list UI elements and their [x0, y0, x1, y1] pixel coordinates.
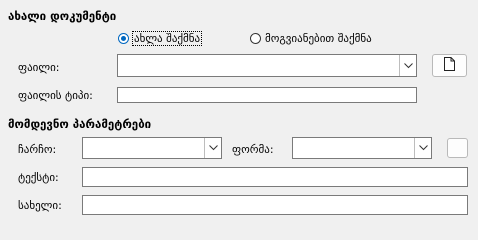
file-combobox-value — [118, 55, 399, 76]
frame-label: ჩარჩო: — [18, 143, 57, 156]
text-label: ტექსტი: — [18, 171, 59, 184]
radio-create-now[interactable]: ახლა შაქმნა — [118, 31, 203, 46]
radio-create-later-label: მოგვიანებით შაქმნა — [265, 32, 372, 45]
radio-selected-icon — [118, 33, 129, 44]
file-combobox[interactable] — [117, 54, 417, 77]
name-field[interactable] — [82, 195, 468, 215]
radio-create-now-label: ახლა შაქმნა — [131, 31, 203, 46]
chevron-down-icon[interactable] — [414, 138, 431, 158]
chevron-down-icon[interactable] — [204, 138, 221, 158]
form-label: ფორმა: — [232, 143, 274, 156]
radio-unselected-icon — [250, 33, 261, 44]
chevron-down-icon[interactable] — [399, 55, 416, 76]
form-combobox-value — [293, 138, 414, 158]
file-label: ფაილი: — [18, 61, 60, 74]
file-type-label: ფაილის ტიპი: — [18, 89, 93, 102]
text-field[interactable] — [82, 167, 468, 187]
new-document-heading: ახალი დოკუმენტი — [8, 9, 117, 23]
name-label: სახელი: — [18, 199, 62, 212]
form-combobox[interactable] — [292, 137, 432, 159]
file-type-field[interactable] — [117, 87, 417, 103]
radio-create-later[interactable]: მოგვიანებით შაქმნა — [250, 32, 372, 45]
browse-file-button[interactable] — [432, 54, 467, 77]
file-icon — [444, 57, 455, 74]
color-swatch-button[interactable] — [447, 138, 468, 158]
frame-combobox[interactable] — [82, 137, 222, 159]
additional-params-heading: მომდევნო პარამეტრები — [8, 117, 152, 131]
frame-combobox-value — [83, 138, 204, 158]
